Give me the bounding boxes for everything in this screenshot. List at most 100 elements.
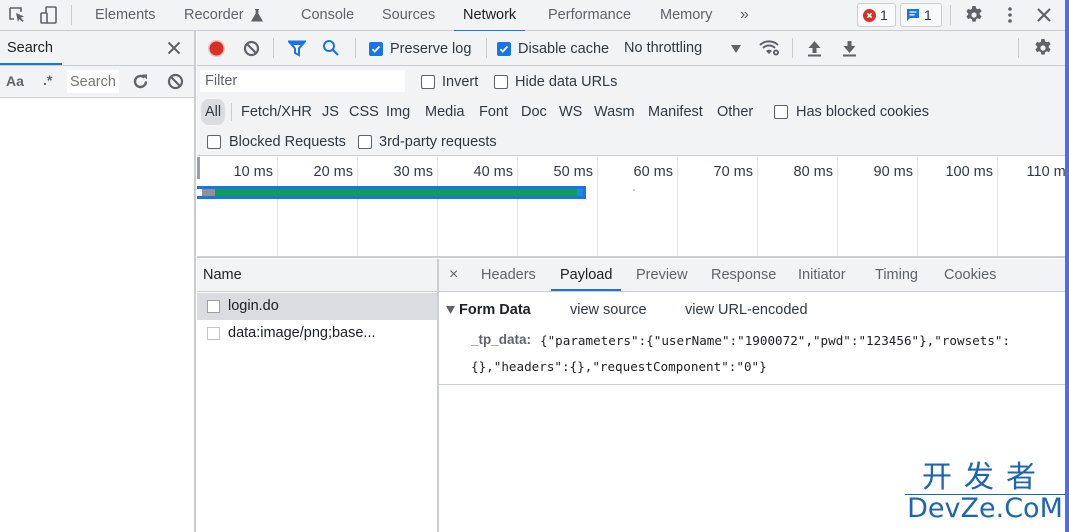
checkbox-checked-icon (369, 42, 383, 56)
overview-tick-label: 100 ms (945, 164, 993, 180)
tab-payload[interactable]: Payload (550, 259, 622, 291)
checkbox-checked-icon (497, 42, 511, 56)
divider (71, 5, 72, 25)
network-overview-timeline[interactable]: 10 ms 20 ms 30 ms 40 ms 50 ms 60 ms 70 ms 80 ms… (197, 157, 1065, 258)
export-har-icon[interactable] (842, 40, 857, 57)
request-name: login.do (228, 298, 279, 314)
search-icon[interactable] (322, 39, 340, 57)
settings-gear-icon[interactable] (964, 5, 984, 25)
flask-icon (250, 8, 263, 22)
throttling-select[interactable]: No throttling (624, 39, 742, 59)
clear-search-icon[interactable] (167, 73, 184, 90)
tab-cookies[interactable]: Cookies (944, 259, 996, 291)
view-source-link[interactable]: view source (570, 302, 647, 318)
tab-sources[interactable]: Sources (382, 0, 435, 30)
hide-data-urls-checkbox[interactable]: Hide data URLs (494, 74, 617, 90)
type-filter-img[interactable]: Img (386, 99, 410, 125)
filter-bar: Invert Hide data URLs All Fetch/XHR JS C… (197, 66, 1069, 156)
divider (1018, 38, 1019, 58)
request-row[interactable]: login.do (197, 293, 437, 320)
dropdown-arrow-icon (731, 45, 741, 53)
tab-performance[interactable]: Performance (548, 0, 631, 30)
type-filter-other[interactable]: Other (717, 99, 753, 125)
tab-headers[interactable]: Headers (481, 259, 536, 291)
search-pane-title[interactable]: Search (7, 31, 53, 65)
type-filter-ws[interactable]: WS (559, 99, 582, 125)
match-case-button[interactable]: Aa (6, 73, 24, 89)
invert-checkbox[interactable]: Invert (421, 74, 478, 90)
overview-tick-label: 80 ms (793, 164, 834, 180)
import-har-icon[interactable] (807, 40, 822, 57)
type-filter-media[interactable]: Media (425, 99, 465, 125)
type-filter-wasm[interactable]: Wasm (594, 99, 635, 125)
type-filter-js[interactable]: JS (322, 99, 339, 125)
divider (273, 38, 274, 58)
network-conditions-icon[interactable] (759, 39, 781, 57)
more-tabs-button[interactable]: » (740, 0, 749, 30)
hide-data-urls-label: Hide data URLs (515, 74, 618, 90)
tab-memory[interactable]: Memory (660, 0, 712, 30)
column-header-name[interactable]: Name (203, 259, 242, 292)
has-blocked-cookies-checkbox[interactable]: Has blocked cookies (774, 104, 929, 120)
close-search-pane-icon[interactable] (166, 40, 182, 56)
third-party-requests-label: 3rd-party requests (379, 134, 497, 150)
throttling-value: No throttling (624, 40, 703, 56)
request-list: Name login.do data:image/png;base... (197, 259, 439, 532)
type-filter-manifest[interactable]: Manifest (648, 99, 703, 125)
request-row[interactable]: data:image/png;base... (197, 320, 437, 347)
overview-tick-label: 50 ms (553, 164, 594, 180)
watermark-english-text: DevZe.CoM (905, 494, 1065, 523)
search-pane-header: Search (0, 31, 194, 66)
type-filter-fetch-xhr[interactable]: Fetch/XHR (241, 99, 312, 125)
overview-tick-label: 10 ms (233, 164, 274, 180)
network-settings-gear-icon[interactable] (1033, 38, 1053, 58)
third-party-requests-checkbox[interactable]: 3rd-party requests (358, 134, 497, 150)
message-icon (906, 8, 920, 22)
tab-console[interactable]: Console (301, 0, 354, 30)
divider (486, 38, 487, 58)
error-icon (863, 8, 876, 22)
blocked-requests-checkbox[interactable]: Blocked Requests (207, 134, 346, 150)
watermark-logo: 开发者 DevZe.CoM (905, 462, 1065, 526)
blocked-requests-label: Blocked Requests (229, 134, 346, 150)
tab-response[interactable]: Response (711, 259, 776, 291)
messages-badge[interactable]: 1 (900, 3, 942, 27)
search-input[interactable] (67, 70, 119, 93)
disable-cache-checkbox[interactable]: Disable cache (497, 41, 609, 57)
type-filter-font[interactable]: Font (479, 99, 508, 125)
tab-elements[interactable]: Elements (95, 0, 155, 30)
refresh-icon[interactable] (132, 73, 149, 90)
tab-recorder[interactable]: Recorder (184, 0, 263, 30)
tab-network[interactable]: Network (453, 0, 526, 32)
clear-log-icon[interactable] (243, 40, 260, 57)
device-toolbar-icon[interactable] (38, 5, 58, 25)
form-data-key: _tp_data: (471, 332, 532, 347)
watermark-chinese-text: 开发者 (922, 460, 1048, 495)
close-details-button[interactable]: × (449, 259, 458, 291)
error-count: 1 (880, 7, 888, 23)
divider (950, 5, 951, 25)
tab-preview[interactable]: Preview (636, 259, 688, 291)
more-options-icon[interactable] (1000, 5, 1020, 25)
type-filter-all[interactable]: All (201, 99, 226, 125)
inspect-element-icon[interactable] (7, 5, 27, 25)
record-button-icon[interactable] (207, 39, 226, 58)
tab-initiator[interactable]: Initiator (798, 259, 846, 291)
preserve-log-checkbox[interactable]: Preserve log (369, 41, 471, 57)
checkbox-unchecked-icon (358, 135, 372, 149)
overview-request-bar (197, 186, 586, 199)
errors-badge[interactable]: 1 (857, 3, 896, 27)
close-devtools-icon[interactable] (1034, 5, 1054, 25)
search-options-toolbar: Aa .* (0, 66, 194, 98)
expand-triangle-icon[interactable] (446, 306, 455, 314)
filter-funnel-icon[interactable] (288, 40, 306, 57)
regex-button[interactable]: .* (43, 72, 52, 88)
filter-input[interactable] (200, 70, 405, 92)
tab-timing[interactable]: Timing (875, 259, 918, 291)
view-url-encoded-link[interactable]: view URL-encoded (685, 302, 808, 318)
type-filter-css[interactable]: CSS (349, 99, 379, 125)
form-data-value-line1: {"parameters":{"userName":"1900072","pwd… (540, 333, 1011, 348)
window-edge-scrollbar[interactable] (1065, 0, 1069, 532)
type-filter-doc[interactable]: Doc (521, 99, 547, 125)
form-data-title[interactable]: Form Data (459, 302, 531, 318)
